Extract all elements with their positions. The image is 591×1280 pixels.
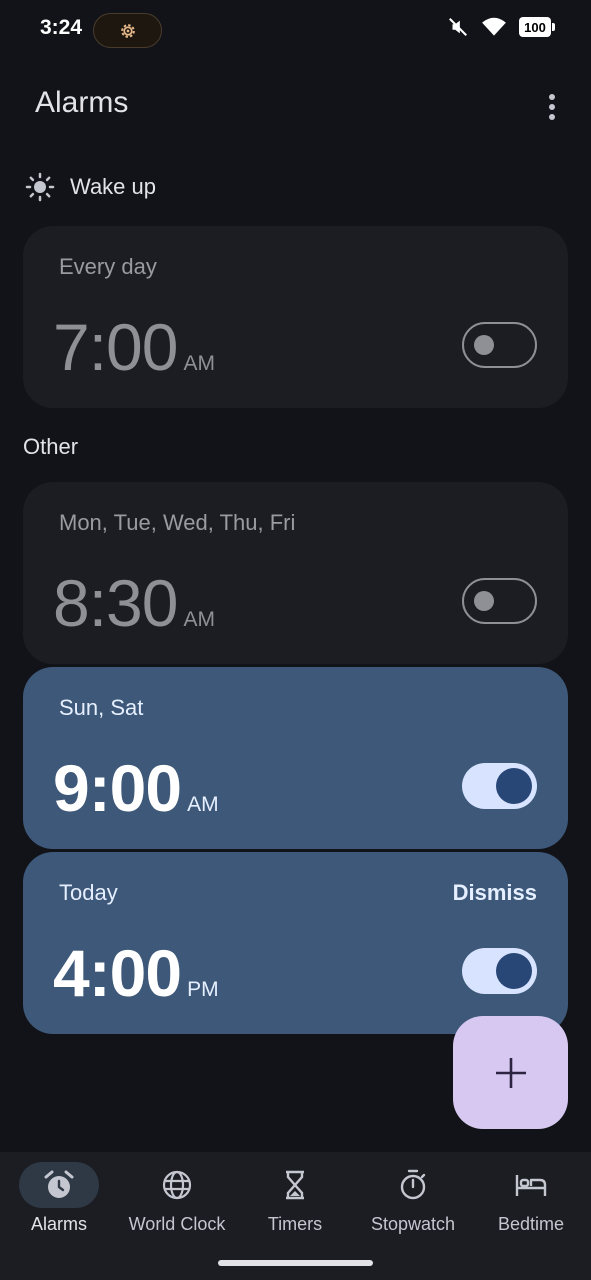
alarm-days: Today (59, 880, 118, 905)
alarm-card-wakeup[interactable]: Every day 7:00 AM (23, 226, 568, 408)
nav-label: World Clock (128, 1214, 226, 1234)
wakeup-label: Wake up (70, 174, 157, 199)
nav-bedtime[interactable]: Bedtime (472, 1162, 590, 1235)
status-icons: 100 (447, 16, 555, 38)
alarm-clock-icon (44, 1170, 74, 1198)
toggle-knob (496, 768, 532, 804)
alarm-card-weekend[interactable]: Sun, Sat 9:00 AM (23, 667, 568, 849)
alarm-time[interactable]: 7:00 AM (53, 314, 215, 380)
alarm-time-value: 4:00 (53, 936, 182, 1010)
more-vert-icon (549, 94, 555, 120)
hourglass-icon (286, 1170, 304, 1200)
nav-label: Bedtime (497, 1214, 565, 1234)
toggle-knob (474, 335, 494, 355)
status-bar: 3:24 100 (0, 0, 591, 60)
bed-icon (515, 1175, 547, 1196)
alarm-ampm: AM (187, 793, 219, 816)
nav-world-clock-indicator (137, 1162, 217, 1208)
battery-icon: 100 (519, 17, 555, 37)
alarm-ampm: PM (187, 978, 219, 1001)
page-title: Alarms (35, 86, 129, 119)
gear-icon (120, 23, 135, 38)
sun-icon (25, 172, 55, 202)
wakeup-section-header: Wake up (25, 172, 156, 202)
home-indicator[interactable] (218, 1260, 373, 1266)
alarm-time[interactable]: 4:00 PM (53, 940, 219, 1006)
nav-timers[interactable]: Timers (236, 1162, 354, 1235)
alarm-time-value: 8:30 (53, 566, 178, 640)
toggle-knob (496, 953, 532, 989)
alarm-toggle[interactable] (462, 322, 537, 368)
dismiss-button[interactable]: Dismiss (453, 880, 537, 906)
nav-label: Alarms (30, 1214, 87, 1234)
nav-bedtime-indicator (491, 1162, 571, 1208)
nav-label: Stopwatch (370, 1214, 456, 1234)
alarm-time[interactable]: 8:30 AM (53, 570, 215, 636)
alarm-days: Sun, Sat (59, 695, 144, 720)
alarm-days: Every day (59, 254, 157, 279)
wifi-icon (482, 17, 506, 36)
alarm-time[interactable]: 9:00 AM (53, 755, 219, 821)
status-time: 3:24 (40, 16, 83, 39)
settings-pill[interactable] (93, 13, 162, 48)
alarm-toggle[interactable] (462, 763, 537, 809)
alarm-ampm: AM (183, 608, 215, 631)
toggle-knob (474, 591, 494, 611)
alarm-card-weekdays[interactable]: Mon, Tue, Wed, Thu, Fri 8:30 AM (23, 482, 568, 664)
stopwatch-icon (400, 1169, 426, 1200)
nav-stopwatch-indicator (373, 1162, 453, 1208)
nav-label: Timers (267, 1214, 323, 1234)
alarm-card-today[interactable]: Today Dismiss 4:00 PM (23, 852, 568, 1034)
mute-icon (449, 18, 467, 36)
nav-stopwatch[interactable]: Stopwatch (354, 1162, 472, 1235)
nav-world-clock[interactable]: World Clock (118, 1162, 236, 1235)
nav-alarms-indicator (19, 1162, 99, 1208)
alarms-screen: 3:24 100 Alarms Wake up Every day 7:00 A… (0, 0, 591, 1280)
nav-alarms[interactable]: Alarms (0, 1162, 118, 1235)
plus-icon (495, 1057, 526, 1088)
alarm-time-value: 9:00 (53, 751, 182, 825)
add-alarm-button[interactable] (453, 1016, 568, 1129)
alarm-time-value: 7:00 (53, 310, 178, 384)
nav-timers-indicator (255, 1162, 335, 1208)
globe-icon (162, 1170, 192, 1200)
more-options-button[interactable] (533, 88, 571, 126)
battery-level: 100 (524, 19, 546, 35)
alarm-toggle[interactable] (462, 578, 537, 624)
alarm-days: Mon, Tue, Wed, Thu, Fri (59, 510, 296, 535)
alarm-ampm: AM (183, 352, 215, 375)
other-section-header: Other (23, 434, 79, 459)
alarm-toggle[interactable] (462, 948, 537, 994)
